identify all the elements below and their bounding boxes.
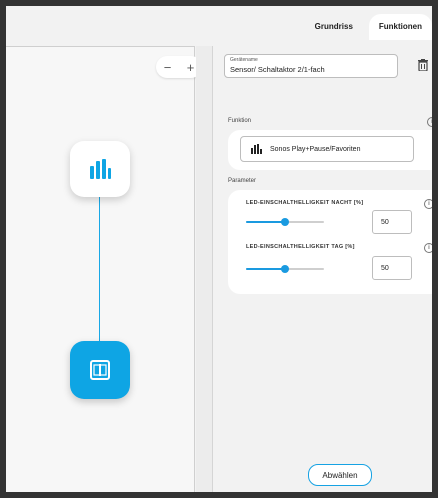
view-tabs: Grundriss Funktionen	[305, 14, 432, 40]
function-canvas[interactable]	[6, 46, 195, 492]
info-icon[interactable]: i	[424, 243, 432, 253]
slider-nacht[interactable]	[246, 218, 324, 226]
function-value: Sonos Play+Pause/Favoriten	[270, 145, 361, 153]
param-title-tag: LED-EINSCHALTHELLIGKEIT TAG [%]	[246, 244, 355, 250]
device-name-field[interactable]: Gerätename Sensor/ Schaltaktor 2/1-fach	[224, 54, 398, 78]
slider-handle[interactable]	[281, 265, 289, 273]
slider-fill	[246, 268, 285, 270]
screenshot-frame: Grundriss Funktionen − + Gerätename Sens…	[0, 0, 438, 498]
info-icon[interactable]: i	[427, 117, 432, 127]
connection-line	[99, 197, 100, 341]
tab-grundriss[interactable]: Grundriss	[305, 14, 363, 40]
sensor-node[interactable]	[70, 341, 130, 399]
trash-icon	[418, 59, 428, 71]
param-title-nacht: LED-EINSCHALTHELLIGKEIT NACHT [%]	[246, 200, 364, 206]
info-icon[interactable]: i	[424, 199, 432, 209]
sonos-node[interactable]	[70, 141, 130, 197]
app-window: Grundriss Funktionen − + Gerätename Sens…	[6, 6, 432, 492]
slider-tag[interactable]	[246, 265, 324, 273]
canvas-gutter	[196, 46, 213, 492]
slider-fill	[246, 221, 285, 223]
function-card: Sonos Play+Pause/Favoriten	[228, 130, 432, 170]
function-selector[interactable]: Sonos Play+Pause/Favoriten	[240, 136, 414, 162]
zoom-out-button[interactable]: −	[156, 56, 179, 78]
bar-chart-icon	[90, 159, 111, 179]
bar-chart-icon	[251, 144, 262, 154]
function-section-label: Funktion	[228, 118, 252, 124]
top-bar: Grundriss Funktionen	[6, 6, 432, 40]
properties-panel: Gerätename Sensor/ Schaltaktor 2/1-fach …	[216, 46, 432, 492]
switch-icon	[90, 360, 110, 380]
value-input-tag[interactable]: 50	[372, 256, 412, 280]
device-name-value: Sensor/ Schaltaktor 2/1-fach	[230, 65, 325, 74]
device-name-caption: Gerätename	[230, 57, 258, 63]
value-input-nacht[interactable]: 50	[372, 210, 412, 234]
parameter-card: LED-EINSCHALTHELLIGKEIT NACHT [%] i 50 L…	[228, 190, 432, 294]
slider-handle[interactable]	[281, 218, 289, 226]
deselect-button[interactable]: Abwählen	[308, 464, 372, 486]
parameter-section-label: Parameter	[228, 178, 257, 184]
tab-funktionen[interactable]: Funktionen	[368, 14, 432, 40]
delete-button[interactable]	[412, 52, 432, 78]
